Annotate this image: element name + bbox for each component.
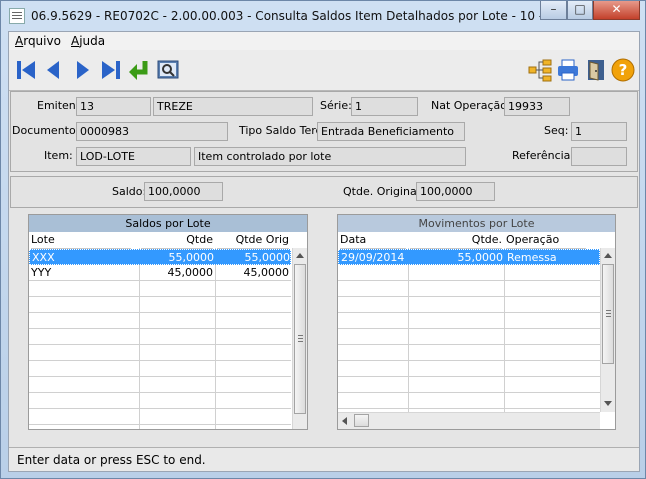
natop-label: Nat Operação:	[431, 99, 511, 112]
scroll-up-icon[interactable]	[604, 253, 612, 258]
movimentos-horizontal-scrollbar[interactable]	[338, 412, 600, 429]
application-window: 06.9.5629 - RE0702C - 2.00.00.003 - Cons…	[0, 0, 646, 479]
serie-field[interactable]: 1	[351, 97, 418, 116]
qtde-cell: 55,0000	[457, 251, 504, 264]
item-code-field[interactable]: LOD-LOTE	[76, 147, 191, 166]
menu-ajuda[interactable]: Ajuda	[71, 34, 105, 48]
svg-text:?: ?	[619, 61, 628, 79]
title-bar[interactable]: 06.9.5629 - RE0702C - 2.00.00.003 - Cons…	[1, 1, 645, 31]
referencia-label: Referência:	[512, 149, 575, 162]
col-qtde[interactable]: Qtde.	[410, 232, 502, 249]
qtde-cell: 55,0000	[168, 251, 215, 264]
menu-bar: Arquivo Ajuda	[9, 32, 639, 50]
table-row[interactable]: 29/09/2014 55,0000 Remessa	[338, 249, 600, 265]
tipo-saldo-label: Tipo Saldo Terc:	[239, 124, 326, 137]
movimentos-grid-title: Movimentos por Lote	[338, 215, 615, 232]
exit-icon[interactable]	[584, 58, 608, 82]
header-panel: Emitente: 13 TREZE Série: 1 Nat Operação…	[10, 91, 638, 172]
horizontal-scroll-thumb[interactable]	[354, 414, 369, 427]
saldos-por-lote-grid[interactable]: Saldos por Lote Lote Qtde Qtde Orig XXX …	[28, 214, 308, 430]
search-icon[interactable]	[156, 58, 180, 82]
seq-field[interactable]: 1	[571, 122, 627, 141]
close-button[interactable]: ✕	[593, 1, 640, 20]
first-icon[interactable]	[14, 58, 38, 82]
window-title: 06.9.5629 - RE0702C - 2.00.00.003 - Cons…	[31, 9, 610, 23]
scroll-thumb[interactable]	[294, 264, 306, 414]
qtde-original-field[interactable]: 100,0000	[416, 182, 495, 201]
toolbar: ?	[9, 50, 639, 91]
qtde-orig-cell: 45,0000	[243, 266, 290, 279]
referencia-field[interactable]	[571, 147, 627, 166]
tree-icon[interactable]	[528, 58, 552, 82]
documento-label: Documento:	[12, 124, 80, 137]
menu-arquivo[interactable]: Arquivo	[15, 34, 61, 48]
saldo-panel: Saldo: 100,0000 Qtde. Original: 100,0000	[10, 176, 638, 208]
scroll-up-icon[interactable]	[296, 253, 304, 258]
data-cell: 29/09/2014	[341, 251, 405, 264]
saldo-label: Saldo:	[112, 185, 147, 198]
app-icon	[9, 8, 25, 24]
movimentos-por-lote-grid[interactable]: Movimentos por Lote Data Qtde. Operação …	[337, 214, 616, 430]
print-icon[interactable]	[556, 58, 580, 82]
client-area: Arquivo Ajuda ? Emitente: 13 TREZE Série…	[8, 31, 640, 472]
qtde-cell: 45,0000	[167, 266, 214, 279]
maximize-button[interactable]: □	[567, 1, 593, 20]
lote-cell: XXX	[32, 251, 55, 264]
natop-field[interactable]: 19933	[504, 97, 570, 116]
scroll-down-icon[interactable]	[604, 401, 612, 406]
table-row[interactable]: XXX 55,0000 55,0000	[29, 249, 291, 265]
table-row[interactable]: YYY 45,0000 45,0000	[29, 265, 291, 281]
lote-cell: YYY	[31, 266, 52, 279]
scroll-left-icon[interactable]	[342, 417, 347, 425]
documento-field[interactable]: 0000983	[76, 122, 228, 141]
scroll-thumb[interactable]	[602, 264, 614, 364]
emitente-code-field[interactable]: 13	[76, 97, 151, 116]
seq-label: Seq:	[544, 124, 569, 137]
col-lote[interactable]: Lote	[31, 232, 131, 249]
minimize-button[interactable]: –	[540, 1, 567, 20]
qtde-orig-cell: 55,0000	[244, 251, 291, 264]
last-icon[interactable]	[99, 58, 123, 82]
saldos-vertical-scrollbar[interactable]	[292, 248, 307, 429]
item-label: Item:	[44, 149, 73, 162]
col-operacao[interactable]: Operação	[506, 232, 586, 249]
goto-icon[interactable]	[127, 58, 151, 82]
serie-label: Série:	[320, 99, 352, 112]
saldo-field[interactable]: 100,0000	[144, 182, 223, 201]
movimentos-vertical-scrollbar[interactable]	[600, 248, 615, 412]
prev-icon[interactable]	[42, 58, 66, 82]
col-qtde-orig[interactable]: Qtde Orig	[217, 232, 289, 249]
saldos-grid-title: Saldos por Lote	[29, 215, 307, 232]
operacao-cell: Remessa	[507, 251, 557, 264]
col-data[interactable]: Data	[340, 232, 406, 249]
col-qtde[interactable]: Qtde	[141, 232, 213, 249]
help-icon[interactable]: ?	[611, 58, 635, 82]
next-icon[interactable]	[71, 58, 95, 82]
item-desc-field[interactable]: Item controlado por lote	[194, 147, 466, 166]
emitente-name-field[interactable]: TREZE	[153, 97, 313, 116]
tipo-saldo-field[interactable]: Entrada Beneficiamento	[317, 122, 465, 141]
status-bar: Enter data or press ESC to end.	[9, 447, 639, 471]
qtde-original-label: Qtde. Original:	[343, 185, 424, 198]
